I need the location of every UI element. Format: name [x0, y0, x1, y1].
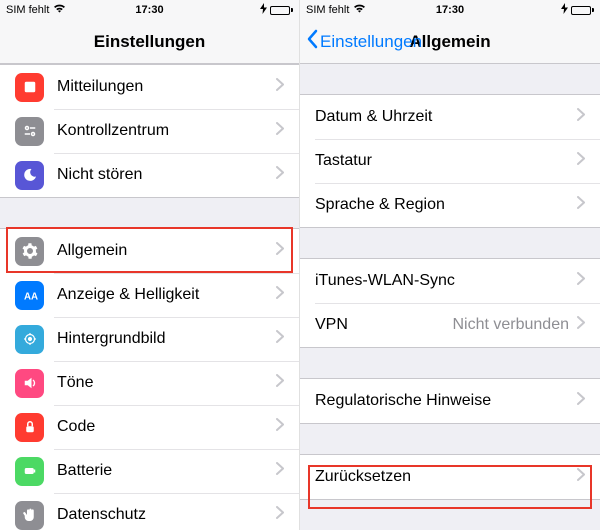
- list-group-reset: Zurücksetzen: [300, 454, 600, 500]
- page-title: Einstellungen: [94, 32, 205, 52]
- clock: 17:30: [300, 4, 600, 16]
- row-general[interactable]: Allgemein: [0, 229, 299, 273]
- clock: 17:30: [0, 4, 299, 16]
- chevron-right-icon: [276, 374, 284, 392]
- row-control-center[interactable]: Kontrollzentrum: [0, 109, 299, 153]
- row-keyboard[interactable]: Tastatur: [300, 139, 600, 183]
- chevron-right-icon: [577, 316, 585, 334]
- row-label: Tastatur: [315, 152, 577, 170]
- row-detail: Nicht verbunden: [452, 316, 569, 334]
- svg-text:AA: AA: [24, 292, 38, 303]
- row-label: Datum & Uhrzeit: [315, 108, 577, 126]
- row-wallpaper[interactable]: Hintergrundbild: [0, 317, 299, 361]
- nav-bar: Einstellungen: [0, 20, 299, 64]
- row-label: Zurücksetzen: [315, 468, 577, 486]
- chevron-right-icon: [276, 418, 284, 436]
- chevron-left-icon: [306, 29, 318, 54]
- list-group-regulatory: Regulatorische Hinweise: [300, 378, 600, 424]
- chevron-right-icon: [577, 108, 585, 126]
- row-do-not-disturb[interactable]: Nicht stören: [0, 153, 299, 197]
- row-label: iTunes-WLAN-Sync: [315, 272, 577, 290]
- chevron-right-icon: [276, 330, 284, 348]
- row-label: Batterie: [57, 462, 276, 480]
- row-label: Töne: [57, 374, 276, 392]
- back-label: Einstellungen: [320, 32, 422, 52]
- row-itunes-wlan-sync[interactable]: iTunes-WLAN-Sync: [300, 259, 600, 303]
- chevron-right-icon: [577, 196, 585, 214]
- wallpaper-icon: [15, 325, 44, 354]
- battery-icon: [270, 6, 293, 15]
- list-group-datetime: Datum & Uhrzeit Tastatur Sprache & Regio…: [300, 94, 600, 228]
- row-vpn[interactable]: VPN Nicht verbunden: [300, 303, 600, 347]
- battery-icon: [571, 6, 594, 15]
- status-bar: SIM fehlt 17:30: [0, 0, 299, 20]
- row-label: Nicht stören: [57, 166, 276, 184]
- chevron-right-icon: [577, 272, 585, 290]
- lock-icon: [15, 413, 44, 442]
- speaker-icon: [15, 369, 44, 398]
- display-icon: AA: [15, 281, 44, 310]
- row-notifications[interactable]: Mitteilungen: [0, 65, 299, 109]
- row-label: Regulatorische Hinweise: [315, 392, 577, 410]
- row-privacy[interactable]: Datenschutz: [0, 493, 299, 530]
- row-label: Hintergrundbild: [57, 330, 276, 348]
- chevron-right-icon: [276, 242, 284, 260]
- row-date-time[interactable]: Datum & Uhrzeit: [300, 95, 600, 139]
- row-label: Code: [57, 418, 276, 436]
- charging-icon: [561, 3, 568, 17]
- chevron-right-icon: [276, 122, 284, 140]
- back-button[interactable]: Einstellungen: [306, 29, 422, 54]
- status-bar: SIM fehlt 17:30: [300, 0, 600, 20]
- hand-icon: [15, 501, 44, 530]
- chevron-right-icon: [276, 166, 284, 184]
- row-language-region[interactable]: Sprache & Region: [300, 183, 600, 227]
- list-group-sync: iTunes-WLAN-Sync VPN Nicht verbunden: [300, 258, 600, 348]
- chevron-right-icon: [276, 462, 284, 480]
- chevron-right-icon: [577, 468, 585, 486]
- row-label: Mitteilungen: [57, 78, 276, 96]
- row-label: Kontrollzentrum: [57, 122, 276, 140]
- row-label: Sprache & Region: [315, 196, 577, 214]
- row-code[interactable]: Code: [0, 405, 299, 449]
- row-label: Allgemein: [57, 242, 276, 260]
- chevron-right-icon: [276, 506, 284, 524]
- nav-bar: Einstellungen Allgemein: [300, 20, 600, 64]
- moon-icon: [15, 161, 44, 190]
- control-center-icon: [15, 117, 44, 146]
- settings-root-screen: SIM fehlt 17:30 Einstellungen: [0, 0, 300, 530]
- battery-icon: [15, 457, 44, 486]
- chevron-right-icon: [577, 392, 585, 410]
- row-sounds[interactable]: Töne: [0, 361, 299, 405]
- charging-icon: [260, 3, 267, 17]
- row-label: Anzeige & Helligkeit: [57, 286, 276, 304]
- row-display-brightness[interactable]: AA Anzeige & Helligkeit: [0, 273, 299, 317]
- chevron-right-icon: [577, 152, 585, 170]
- row-label: Datenschutz: [57, 506, 276, 524]
- row-reset[interactable]: Zurücksetzen: [300, 455, 600, 499]
- general-settings-screen: SIM fehlt 17:30 Eins: [300, 0, 600, 530]
- row-battery[interactable]: Batterie: [0, 449, 299, 493]
- list-group-notifications: Mitteilungen Kontrollzentrum Nicht störe: [0, 64, 299, 198]
- chevron-right-icon: [276, 78, 284, 96]
- row-label: VPN: [315, 316, 452, 334]
- notifications-icon: [15, 73, 44, 102]
- gear-icon: [15, 237, 44, 266]
- row-regulatory[interactable]: Regulatorische Hinweise: [300, 379, 600, 423]
- chevron-right-icon: [276, 286, 284, 304]
- list-group-general: Allgemein AA Anzeige & Helligkeit Hinter…: [0, 228, 299, 530]
